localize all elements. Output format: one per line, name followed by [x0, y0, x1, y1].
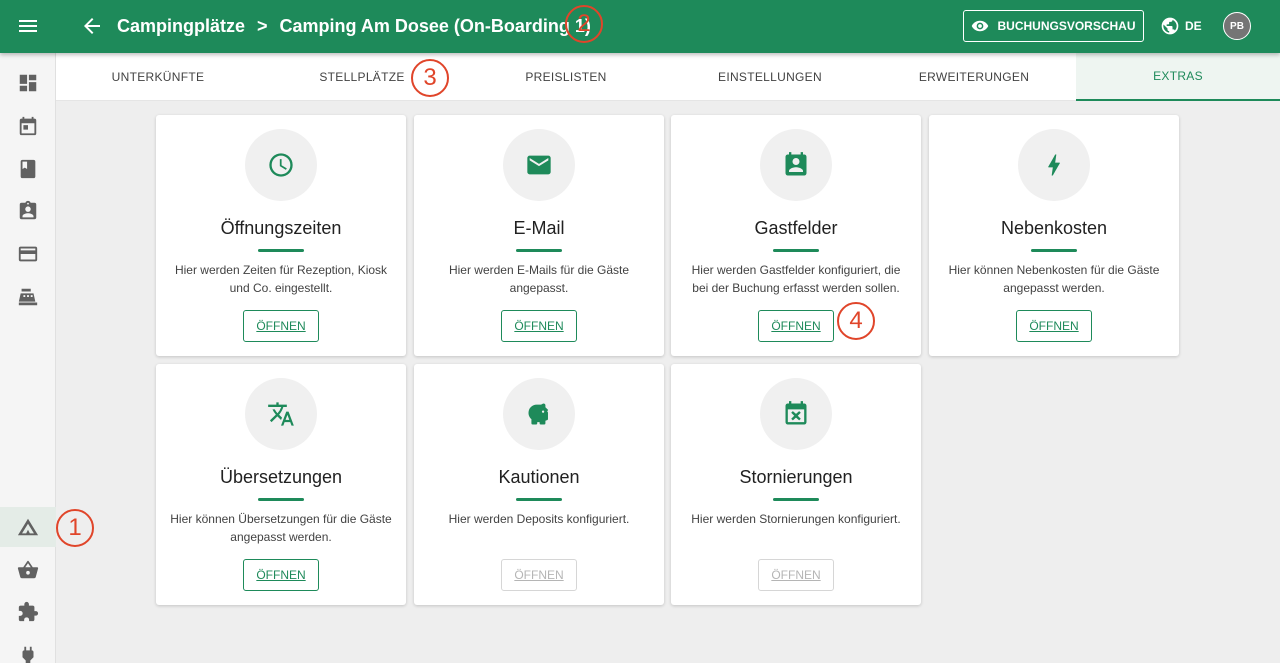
card-icon-circle: [245, 378, 317, 450]
clock-icon: [269, 153, 293, 177]
lightning-icon: [1048, 154, 1060, 176]
open-button[interactable]: ÖFFNEN: [1016, 310, 1092, 342]
card-divider: [258, 249, 304, 252]
booking-preview-button[interactable]: BUCHUNGSVORSCHAU: [963, 10, 1144, 42]
card-stornierungen: Stornierungen Hier werden Stornierungen …: [671, 364, 921, 605]
app-header: Campingplätze > Camping Am Dosee (On-Boa…: [0, 0, 1280, 53]
annotation-marker-4: 4: [837, 302, 875, 340]
contact-card-icon: [19, 200, 37, 220]
card-icon-circle: [503, 129, 575, 201]
card-divider: [773, 498, 819, 501]
tab-unterkuenfte[interactable]: UNTERKÜNFTE: [56, 53, 260, 101]
card-description: Hier werden Zeiten für Rezeption, Kiosk …: [174, 263, 388, 295]
card-title: Gastfelder: [754, 218, 838, 238]
sidebar-item-payments[interactable]: [0, 234, 56, 274]
sidebar-item-shop[interactable]: [0, 550, 56, 590]
globe-icon: [1161, 17, 1179, 35]
open-button[interactable]: ÖFFNEN: [501, 310, 577, 342]
mail-icon: [527, 155, 551, 175]
language-selector[interactable]: DE: [1160, 14, 1202, 38]
card-divider: [516, 249, 562, 252]
card-description: Hier werden Deposits konfiguriert.: [448, 512, 630, 526]
card-icon-circle: [760, 129, 832, 201]
card-title: Stornierungen: [739, 467, 853, 487]
open-button[interactable]: ÖFFNEN: [243, 310, 319, 342]
sidebar-item-dashboard[interactable]: [0, 63, 56, 103]
breadcrumb-root[interactable]: Campingplätze: [117, 16, 245, 37]
open-button-disabled: ÖFFNEN: [758, 559, 834, 591]
card-kautionen: Kautionen Hier werden Deposits konfiguri…: [414, 364, 664, 605]
book-icon: [20, 159, 36, 179]
sidebar-item-guests[interactable]: [0, 191, 56, 231]
card-icon-circle: [245, 129, 317, 201]
language-label: DE: [1185, 19, 1202, 33]
card-title: E-Mail: [513, 218, 565, 238]
card-divider: [1031, 249, 1077, 252]
dashboard-icon: [19, 74, 37, 92]
tab-erweiterungen[interactable]: ERWEITERUNGEN: [872, 53, 1076, 101]
card-divider: [773, 249, 819, 252]
card-description: Hier werden Stornierungen konfiguriert.: [691, 512, 901, 526]
sidebar-item-book[interactable]: [0, 149, 56, 189]
sidebar-item-integrations[interactable]: [0, 635, 56, 663]
card-title: Übersetzungen: [219, 467, 343, 487]
card-gastfelder: Gastfelder Hier werden Gastfelder konfig…: [671, 115, 921, 356]
plug-icon: [22, 646, 34, 663]
tent-icon: [17, 518, 39, 536]
eye-icon: [972, 20, 989, 32]
card-divider: [516, 498, 562, 501]
credit-card-icon: [18, 246, 38, 262]
annotation-marker-2: 2: [565, 5, 603, 43]
card-description: Hier können Übersetzungen für die Gäste …: [170, 512, 392, 544]
card-icon-circle: [503, 378, 575, 450]
booking-preview-label: BUCHUNGSVORSCHAU: [997, 19, 1136, 33]
piggy-bank-icon: [528, 403, 549, 425]
card-nebenkosten: Nebenkosten Hier können Nebenkosten für …: [929, 115, 1179, 356]
tab-extras[interactable]: EXTRAS: [1076, 53, 1280, 101]
sidebar: [0, 53, 56, 663]
card-title: Öffnungszeiten: [220, 218, 342, 238]
calendar-icon: [19, 116, 37, 136]
sidebar-item-register[interactable]: [0, 277, 56, 317]
card-icon-circle: [760, 378, 832, 450]
card-title: Nebenkosten: [1000, 218, 1108, 238]
breadcrumb: Campingplätze > Camping Am Dosee (On-Boa…: [117, 0, 591, 53]
puzzle-icon: [18, 601, 39, 622]
shopping-basket-icon: [17, 560, 39, 579]
card-uebersetzungen: Übersetzungen Hier können Übersetzungen …: [156, 364, 406, 605]
calendar-cancel-icon: [785, 401, 807, 425]
open-button[interactable]: ÖFFNEN: [243, 559, 319, 591]
annotation-marker-3: 3: [411, 59, 449, 97]
open-button-disabled: ÖFFNEN: [501, 559, 577, 591]
sidebar-item-calendar[interactable]: [0, 106, 56, 146]
cash-register-icon: [18, 288, 38, 306]
card-description: Hier werden Gastfelder konfiguriert, die…: [691, 263, 901, 295]
card-icon-circle: [1018, 129, 1090, 201]
card-divider: [258, 498, 304, 501]
breadcrumb-separator: >: [257, 16, 268, 36]
tab-bar: UNTERKÜNFTE STELLPLÄTZE PREISLISTEN EINS…: [56, 53, 1280, 101]
back-arrow-icon[interactable]: [80, 14, 104, 38]
user-avatar[interactable]: PB: [1223, 12, 1251, 40]
translate-icon: [268, 402, 294, 426]
sidebar-item-extensions[interactable]: [0, 592, 56, 632]
tab-einstellungen[interactable]: EINSTELLUNGEN: [668, 53, 872, 101]
card-description: Hier können Nebenkosten für die Gäste an…: [948, 263, 1160, 295]
card-title: Kautionen: [498, 467, 580, 487]
card-email: E-Mail Hier werden E-Mails für die Gäste…: [414, 115, 664, 356]
menu-icon[interactable]: [16, 14, 40, 38]
page-title: Camping Am Dosee (On-Boarding 1): [279, 16, 591, 36]
card-description: Hier werden E-Mails für die Gäste angepa…: [448, 263, 630, 295]
annotation-marker-1: 1: [56, 509, 94, 547]
open-button[interactable]: ÖFFNEN: [758, 310, 834, 342]
tab-preislisten[interactable]: PREISLISTEN: [464, 53, 668, 101]
sidebar-item-campsites[interactable]: [0, 507, 56, 547]
card-oeffnungszeiten: Öffnungszeiten Hier werden Zeiten für Re…: [156, 115, 406, 356]
guest-badge-icon: [785, 152, 807, 176]
